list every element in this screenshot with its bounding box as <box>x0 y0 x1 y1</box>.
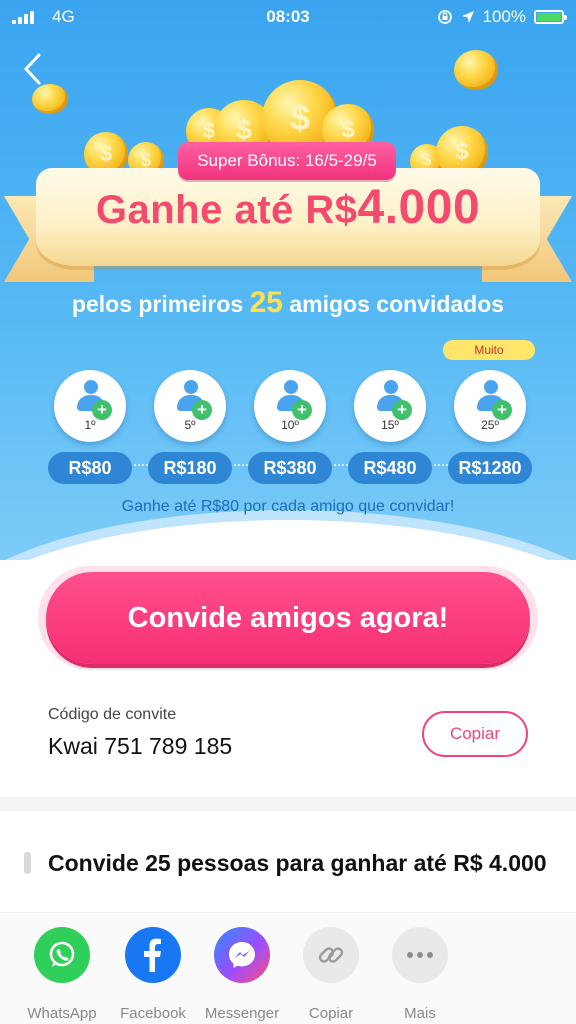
invite-code-label: Código de convite <box>48 706 177 723</box>
invite-code-value: Kwai 751 789 185 <box>48 733 233 759</box>
reward-tiers: Muito + 1º R$80 + 5º R$180 + 10º R$380 +… <box>0 340 576 490</box>
plus-icon: + <box>492 400 512 420</box>
plus-icon: + <box>192 400 212 420</box>
subtitle-after: amigos convidados <box>289 291 505 317</box>
share-bar: WhatsApp Facebook Messenger Copiar Mais <box>0 912 576 1024</box>
plus-icon: + <box>92 400 112 420</box>
banner-title: Ganhe até R$4.000 <box>36 180 540 235</box>
hero-banner: 4G 08:03 100% $ $ $ $ $ $ $ $ Super Bônu… <box>0 0 576 560</box>
tier-amount: R$1280 <box>448 452 532 484</box>
super-bonus-label: Super Bônus: 16/5-29/5 <box>178 142 396 180</box>
tier-amount: R$480 <box>348 452 432 484</box>
rotation-lock-icon <box>437 10 452 24</box>
plus-icon: + <box>392 400 412 420</box>
link-icon <box>303 927 359 983</box>
battery-level <box>537 13 561 21</box>
share-label: Mais <box>404 1005 436 1022</box>
tier-amount: R$80 <box>48 452 132 484</box>
more-icon <box>392 927 448 983</box>
whatsapp-icon <box>34 927 90 983</box>
banner-title-prefix: Ganhe até R$ <box>95 188 358 232</box>
coin-icon <box>454 50 498 90</box>
subtitle-number: 25 <box>249 286 283 319</box>
tier-amount: R$380 <box>248 452 332 484</box>
tier-item: + 15º R$480 <box>340 364 440 494</box>
banner-title-amount: 4.000 <box>357 181 481 234</box>
tier-rank: 15º <box>381 418 399 432</box>
muito-badge: Muito <box>443 340 535 360</box>
tier-amount: R$180 <box>148 452 232 484</box>
tier-rank: 5º <box>184 418 196 432</box>
battery-icon <box>534 10 567 24</box>
earn-per-friend-text: Ganhe até R$80 por cada amigo que convid… <box>121 498 455 515</box>
battery-percent: 100% <box>482 7 526 26</box>
chevron-left-icon <box>23 53 41 85</box>
tier-rank: 1º <box>84 418 96 432</box>
back-button[interactable] <box>22 52 54 88</box>
section-title: Convide 25 pessoas para ganhar até R$ 4.… <box>48 850 547 876</box>
section-divider <box>0 797 576 811</box>
status-right: 100% <box>437 7 567 27</box>
section-marker <box>24 852 31 874</box>
invite-friends-button[interactable]: Convide amigos agora! <box>46 572 530 664</box>
facebook-icon <box>125 927 181 983</box>
hero-subtitle: pelos primeiros 25 amigos convidados <box>0 286 576 320</box>
plus-icon: + <box>292 400 312 420</box>
coin-icon <box>32 84 68 114</box>
tier-item: + 5º R$180 <box>140 364 240 494</box>
location-icon <box>461 11 474 23</box>
tier-rank: 25º <box>481 418 499 432</box>
messenger-icon <box>214 927 270 983</box>
share-more-button[interactable]: Mais <box>370 927 470 1023</box>
tier-item: + 10º R$380 <box>240 364 340 494</box>
tier-item: + 1º R$80 <box>40 364 140 494</box>
copy-code-button[interactable]: Copiar <box>422 711 528 757</box>
tier-rank: 10º <box>281 418 299 432</box>
status-bar: 4G 08:03 100% <box>0 0 576 34</box>
tier-item: + 25º R$1280 <box>440 364 540 494</box>
subtitle-before: pelos primeiros <box>71 291 244 317</box>
